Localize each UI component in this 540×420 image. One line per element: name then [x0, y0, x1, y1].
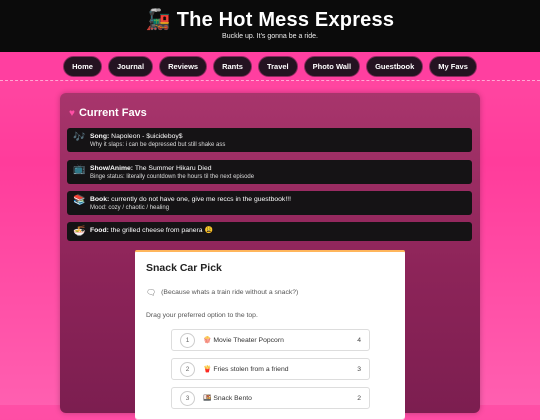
snack-poll-card: Snack Car Pick 🗨 (Because whats a train …	[135, 250, 405, 420]
nav-my-favs[interactable]: My Favs	[429, 55, 477, 77]
nav-journal[interactable]: Journal	[107, 55, 154, 77]
fav-show: 📺 Show/Anime: The Summer Hikaru Died Bin…	[67, 160, 472, 184]
fav-value: Napoleon - $uicideboy$	[111, 133, 183, 140]
main-nav: Home Journal Reviews Rants Travel Photo …	[0, 52, 540, 81]
train-icon: 🚂	[145, 9, 171, 31]
rank-number: 2	[180, 361, 195, 377]
card-accent	[135, 250, 405, 252]
heart-icon: ♥	[69, 107, 75, 119]
option-label: 🍿 Movie Theater Popcorn	[203, 337, 284, 344]
rank-number: 3	[180, 390, 195, 406]
nav-guestbook[interactable]: Guestbook	[366, 55, 424, 77]
fav-label: Food:	[90, 227, 109, 234]
fav-note: Binge status: literally countdown the ho…	[90, 174, 255, 180]
fav-book: 📚 Book: currently do not have one, give …	[67, 191, 472, 215]
option-score: 4	[357, 336, 361, 344]
rank-option[interactable]: 2 🍟 Fries stolen from a friend 3	[171, 358, 370, 380]
fav-value: the grilled cheese from panera 😩	[110, 227, 213, 234]
option-score: 3	[357, 365, 361, 373]
nav-home[interactable]: Home	[63, 55, 102, 77]
books-icon: 📚	[73, 195, 86, 206]
option-score: 2	[357, 394, 361, 402]
site-title: The Hot Mess Express	[176, 8, 395, 31]
panel-title: Current Favs	[78, 107, 147, 119]
comment-icon: 🗨	[146, 288, 157, 297]
noodle-bowl-icon: 🍜	[73, 226, 86, 237]
tv-icon: 📺	[73, 164, 86, 175]
site-header: 🚂 The Hot Mess Express Buckle up. It's g…	[0, 0, 540, 52]
poll-description: (Because whats a train ride without a sn…	[161, 289, 299, 296]
nav-rants[interactable]: Rants	[213, 55, 252, 77]
nav-travel[interactable]: Travel	[257, 55, 298, 77]
rank-option[interactable]: 1 🍿 Movie Theater Popcorn 4	[171, 329, 370, 351]
fav-value: currently do not have one, give me reccs…	[111, 196, 291, 203]
fav-label: Show/Anime:	[90, 165, 134, 172]
panel-heading: ♥ Current Favs	[69, 107, 147, 119]
rank-number: 1	[180, 332, 195, 348]
option-label: 🍱 Snack Bento	[203, 395, 252, 402]
fav-label: Song:	[90, 133, 110, 140]
nav-reviews[interactable]: Reviews	[159, 55, 208, 77]
fav-note: Why it slaps: i can be depressed but sti…	[90, 142, 226, 148]
site-subtitle: Buckle up. It's gonna be a ride.	[222, 33, 318, 40]
poll-title: Snack Car Pick	[146, 262, 222, 274]
poll-instruction: Drag your preferred option to the top.	[146, 312, 258, 319]
title-row: 🚂 The Hot Mess Express	[0, 8, 540, 32]
fav-note: Mood: cozy / chaotic / healing	[90, 205, 170, 211]
music-notes-icon: 🎶	[73, 132, 86, 143]
fav-food: 🍜 Food: the grilled cheese from panera 😩	[67, 222, 472, 241]
option-label: 🍟 Fries stolen from a friend	[203, 366, 289, 373]
poll-description-row: 🗨 (Because whats a train ride without a …	[146, 288, 298, 297]
fav-song: 🎶 Song: Napoleon - $uicideboy$ Why it sl…	[67, 128, 472, 152]
rank-option[interactable]: 3 🍱 Snack Bento 2	[171, 387, 370, 409]
nav-photo-wall[interactable]: Photo Wall	[303, 55, 361, 77]
fav-label: Book:	[90, 196, 110, 203]
fav-value: The Summer Hikaru Died	[134, 165, 212, 172]
